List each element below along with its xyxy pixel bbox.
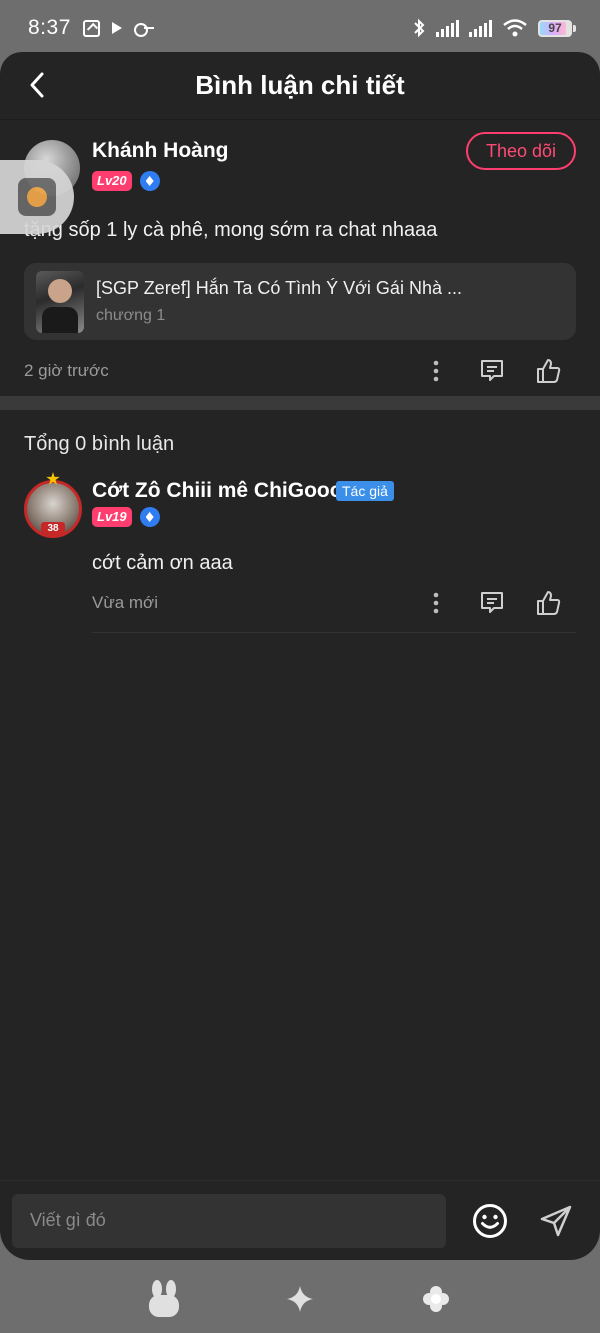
coin-icon xyxy=(27,187,47,207)
section-divider xyxy=(0,396,600,410)
signal-icon xyxy=(436,19,459,37)
page-title: Bình luận chi tiết xyxy=(195,70,405,100)
main-comment: Khánh Hoàng Lv20 Theo dõi tặng sốp 1 ly … xyxy=(0,120,600,394)
send-icon xyxy=(540,1205,572,1236)
comment-time: 2 giờ trước xyxy=(24,361,109,380)
back-button[interactable] xyxy=(22,70,52,100)
status-time: 8:37 xyxy=(28,16,71,39)
status-right: 97 xyxy=(412,18,576,38)
reply-time: Vừa mới xyxy=(92,593,158,612)
like-button[interactable] xyxy=(520,588,576,618)
chevron-left-icon xyxy=(30,72,44,98)
comment-actions xyxy=(408,356,576,386)
nav-profile[interactable] xyxy=(416,1279,456,1319)
bottom-navigation xyxy=(0,1264,600,1333)
thumbs-up-icon xyxy=(537,359,561,383)
follow-button[interactable]: Theo dõi xyxy=(466,132,576,170)
send-button[interactable] xyxy=(536,1201,576,1241)
more-vertical-icon xyxy=(433,592,439,614)
avatar-tag: 38 xyxy=(41,522,65,536)
reply-user-badges: Lv19 xyxy=(92,507,160,527)
flower-icon xyxy=(423,1285,449,1312)
signal-icon-2 xyxy=(469,19,492,37)
reply-meta-row: Vừa mới xyxy=(92,588,576,618)
more-vertical-icon xyxy=(433,360,439,382)
more-button[interactable] xyxy=(408,588,464,618)
header: Bình luận chi tiết xyxy=(0,52,600,120)
more-button[interactable] xyxy=(408,356,464,386)
story-info: [SGP Zeref] Hắn Ta Có Tình Ý Với Gái Nhà… xyxy=(96,278,462,325)
reply-button[interactable] xyxy=(464,588,520,618)
sparkle-icon xyxy=(287,1285,313,1312)
comment-input[interactable] xyxy=(12,1193,446,1248)
comment-icon xyxy=(481,360,503,381)
comment-icon xyxy=(481,592,503,613)
replies-total: Tổng 0 bình luận xyxy=(24,433,175,455)
story-chapter: chương 1 xyxy=(96,307,166,324)
key-icon xyxy=(133,23,154,37)
user-badges: Lv20 xyxy=(92,171,160,191)
diamond-badge-icon xyxy=(139,171,160,191)
diamond-badge-icon xyxy=(139,507,160,527)
reply-actions xyxy=(408,588,576,618)
status-notification-icons xyxy=(82,19,154,37)
comment-meta-row: 2 giờ trước xyxy=(24,356,576,386)
bunny-icon xyxy=(149,1279,179,1317)
like-button[interactable] xyxy=(520,356,576,386)
floating-reward-widget[interactable] xyxy=(0,160,74,234)
emoji-button[interactable] xyxy=(470,1201,510,1241)
reply-text: cớt cảm ơn aaa xyxy=(92,552,233,574)
nav-home[interactable] xyxy=(144,1279,184,1319)
reward-widget-inner xyxy=(18,178,56,216)
comment-text: tặng sốp 1 ly cà phê, mong sớm ra chat n… xyxy=(24,219,438,241)
level-badge: Lv20 xyxy=(92,171,132,191)
reply-divider xyxy=(92,632,576,633)
author-badge: Tác giả xyxy=(336,481,394,501)
wifi-icon xyxy=(503,19,527,37)
battery-icon: 97 xyxy=(538,19,576,37)
user-name[interactable]: Khánh Hoàng xyxy=(92,139,229,163)
story-card[interactable]: [SGP Zeref] Hắn Ta Có Tình Ý Với Gái Nhà… xyxy=(24,263,576,340)
story-title: [SGP Zeref] Hắn Ta Có Tình Ý Với Gái Nhà… xyxy=(96,278,462,298)
level-badge: Lv19 xyxy=(92,507,132,527)
battery-level: 97 xyxy=(548,21,562,35)
status-bar: 8:37 97 xyxy=(0,0,600,56)
upload-icon xyxy=(82,19,100,37)
play-icon xyxy=(111,22,122,34)
comment-input-bar xyxy=(0,1180,600,1260)
reply-button[interactable] xyxy=(464,356,520,386)
nav-discover[interactable] xyxy=(280,1279,320,1319)
smiley-icon xyxy=(473,1203,507,1238)
reply-avatar[interactable]: 38 xyxy=(24,472,82,538)
bluetooth-icon xyxy=(414,18,425,38)
reply-user-name[interactable]: Cớt Zô Chiii mê ChiGooo xyxy=(92,479,343,503)
comment-detail-sheet: Bình luận chi tiết Khánh Hoàng Lv20 Theo… xyxy=(0,52,600,1260)
thumbs-up-icon xyxy=(537,591,561,615)
story-thumbnail xyxy=(36,270,84,333)
